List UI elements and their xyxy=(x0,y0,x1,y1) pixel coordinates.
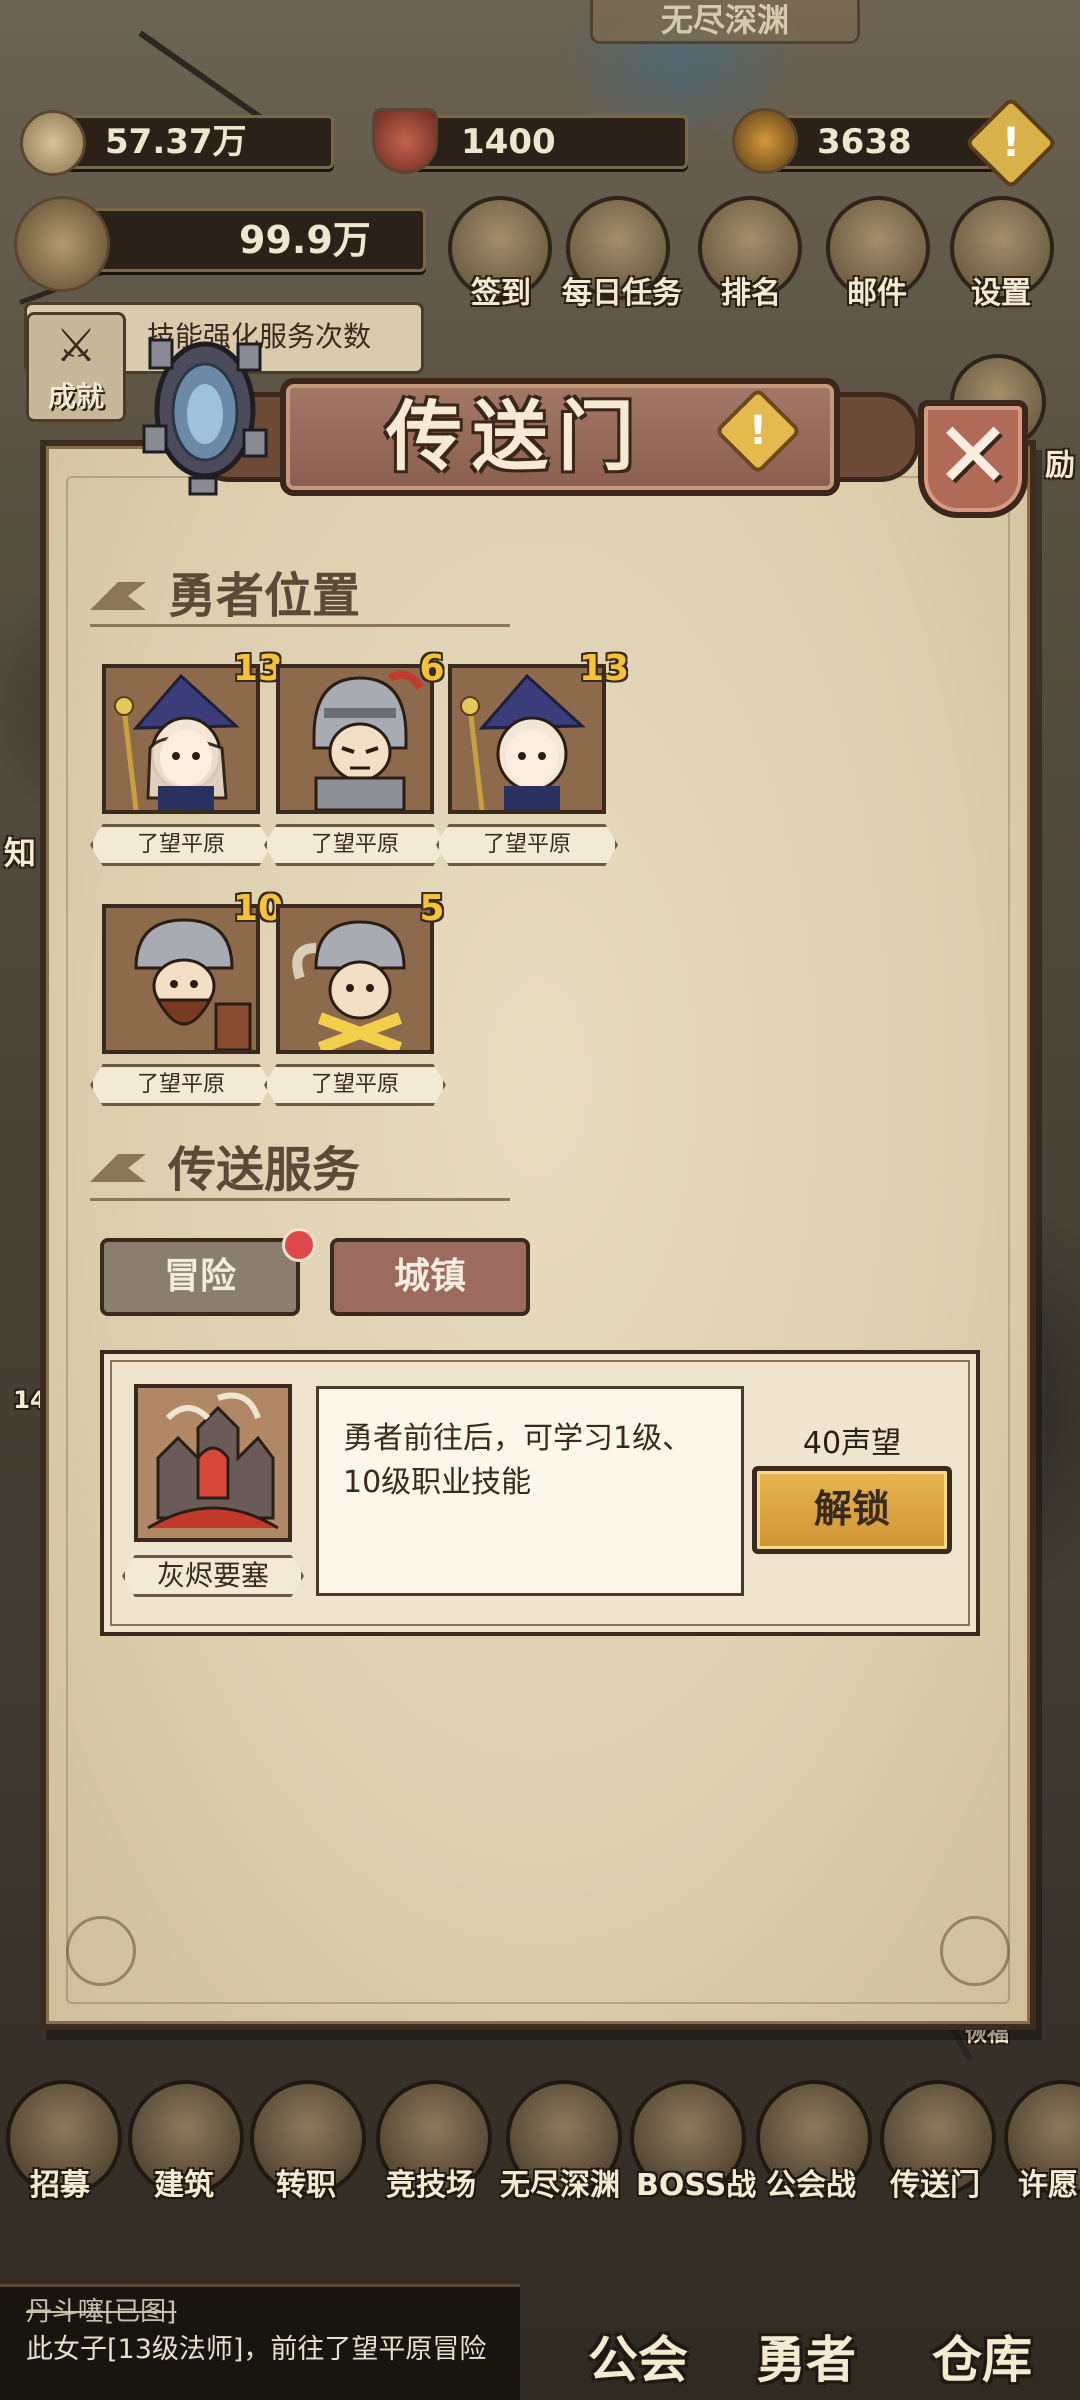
service-description: 勇者前往后，可学习1级、10级职业技能 xyxy=(316,1386,744,1596)
hero-card[interactable]: 13 了望平原 xyxy=(436,648,629,866)
area-title[interactable]: 无尽深渊 xyxy=(590,0,860,44)
menu-ranking-label[interactable]: 排名 xyxy=(706,268,796,312)
achievement-label: 成就 xyxy=(47,380,104,413)
corner-flourish xyxy=(66,1916,136,1986)
hero-level-badge: 13 xyxy=(578,648,630,689)
power-bar: 99.9万 xyxy=(60,208,426,272)
service-location-name: 灰烬要塞 xyxy=(122,1555,304,1597)
menu-daily-quest-label[interactable]: 每日任务 xyxy=(552,268,692,312)
tab-adventure[interactable]: 冒险 xyxy=(100,1238,300,1316)
hero-location-tag: 了望平原 xyxy=(264,824,446,866)
hero-location-tag: 了望平原 xyxy=(90,824,272,866)
storage-tab-label: 仓库 xyxy=(932,2331,1032,2389)
fortress-illustration xyxy=(138,1388,288,1538)
honor-value: 1400 xyxy=(461,122,556,162)
section-flag-icon xyxy=(90,1154,146,1182)
reward-label[interactable]: 励 xyxy=(1040,440,1080,484)
menu-checkin-label[interactable]: 签到 xyxy=(456,268,546,312)
tab-hero[interactable]: 勇者 xyxy=(716,2250,896,2400)
hero-location-tag: 了望平原 xyxy=(436,824,618,866)
close-icon: ✕ xyxy=(934,402,1012,509)
hero-card[interactable]: 10 了望平原 xyxy=(90,888,283,1106)
chat-sender: 丹斗噻[已图] xyxy=(26,2297,177,2327)
section-divider xyxy=(90,1198,510,1201)
gold-value: 57.37万 xyxy=(105,122,247,162)
honor-bar: 1400 xyxy=(398,115,688,169)
ash-fortress-icon[interactable] xyxy=(134,1384,292,1542)
hero-level-badge: 5 xyxy=(419,888,445,929)
nav-arena-label[interactable]: 竞技场 xyxy=(386,2160,476,2204)
achievement-button[interactable]: ⚔ 成就 xyxy=(26,312,126,422)
transport-service-heading: 传送服务 xyxy=(168,1142,361,1198)
hero-card[interactable]: 6 了望平原 xyxy=(264,648,446,866)
tab-guild[interactable]: 公会 xyxy=(548,2250,728,2400)
nav-recruit-label[interactable]: 招募 xyxy=(30,2160,90,2204)
nav-building-label[interactable]: 建筑 xyxy=(154,2160,214,2204)
unlock-cost: 40声望 xyxy=(802,1426,902,1461)
close-button[interactable]: ✕ xyxy=(918,400,1028,518)
hero-card[interactable]: 13 了望平原 xyxy=(90,648,283,866)
corner-flourish xyxy=(940,1916,1010,1986)
menu-mail-label[interactable]: 邮件 xyxy=(832,268,922,312)
nav-portal-label[interactable]: 传送门 xyxy=(890,2160,980,2204)
hero-tab-label: 勇者 xyxy=(756,2331,856,2389)
alert-mark: ! xyxy=(1001,120,1021,166)
nav-boss-label[interactable]: BOSS战 xyxy=(636,2160,756,2204)
chat-message: 此女子[13级法师]，前往了望平原冒险 xyxy=(26,2334,487,2365)
gold-coin-icon xyxy=(20,110,86,176)
notification-dot xyxy=(282,1228,316,1262)
crystal-value: 3638 xyxy=(817,122,912,162)
world-chat-box[interactable]: 丹斗噻[已图] 此女子[13级法师]，前往了望平原冒险 xyxy=(0,2284,520,2400)
honor-shield-icon xyxy=(372,108,438,174)
section-flag-icon xyxy=(90,582,146,610)
nav-wish-label[interactable]: 许愿 xyxy=(1018,2160,1078,2204)
hero-location-tag: 了望平原 xyxy=(264,1064,446,1106)
crystal-icon xyxy=(732,108,798,174)
power-emblem-icon xyxy=(14,196,110,292)
tab-town[interactable]: 城镇 xyxy=(330,1238,530,1316)
achievement-sword-icon: ⚔ xyxy=(55,318,97,372)
nav-job-change-label[interactable]: 转职 xyxy=(276,2160,336,2204)
nav-guild-war-label[interactable]: 公会战 xyxy=(766,2160,856,2204)
dialog-title: 传送门 xyxy=(386,392,644,481)
help-icon: ! xyxy=(748,408,768,454)
guild-tab-label: 公会 xyxy=(588,2331,688,2389)
power-value: 99.9万 xyxy=(239,218,371,262)
unlock-button[interactable]: 解锁 xyxy=(752,1466,952,1554)
portal-stone-icon xyxy=(142,338,268,496)
left-side-label: 知 xyxy=(3,834,36,872)
gold-bar: 57.37万 xyxy=(44,115,334,169)
menu-settings-label[interactable]: 设置 xyxy=(956,268,1046,312)
hero-position-heading: 勇者位置 xyxy=(168,568,361,624)
tab-storage[interactable]: 仓库 xyxy=(892,2250,1072,2400)
nav-abyss-label[interactable]: 无尽深渊 xyxy=(500,2160,620,2204)
hero-card[interactable]: 5 了望平原 xyxy=(264,888,446,1106)
section-divider xyxy=(90,624,510,627)
hero-location-tag: 了望平原 xyxy=(90,1064,272,1106)
